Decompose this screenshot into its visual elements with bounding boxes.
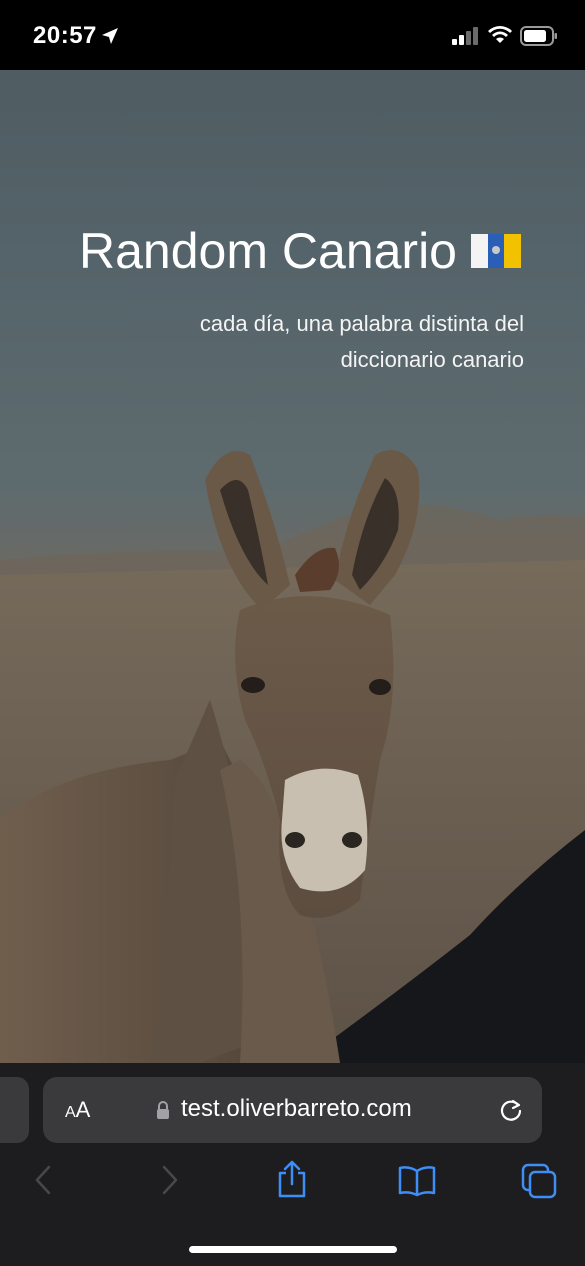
donkey-photo — [0, 450, 585, 1063]
page-title: Random Canario — [79, 222, 521, 280]
page-title-text: Random Canario — [79, 223, 457, 279]
address-bar[interactable]: AA test.oliverbarreto.com — [43, 1077, 542, 1143]
forward-icon[interactable] — [160, 1163, 180, 1197]
wifi-icon — [488, 26, 512, 43]
reload-icon[interactable] — [498, 1097, 524, 1123]
location-arrow-icon — [102, 28, 118, 44]
page-settings-button[interactable]: AA — [65, 1097, 90, 1123]
page-subtitle: cada día, una palabra distinta del dicci… — [199, 311, 524, 372]
cellular-signal-icon — [452, 27, 478, 45]
lock-icon — [157, 1101, 169, 1119]
home-indicator[interactable] — [189, 1246, 397, 1253]
bookmarks-icon[interactable] — [397, 1165, 437, 1197]
back-icon[interactable] — [33, 1163, 53, 1197]
status-time: 20:57 — [33, 22, 97, 49]
aa-small-label: A — [65, 1104, 76, 1121]
web-content: Random Canario cada día, una palabra dis… — [0, 70, 585, 1063]
safari-bottom-bar: AA test.oliverbarreto.com — [0, 1063, 585, 1266]
tabs-icon[interactable] — [521, 1163, 559, 1201]
safari-toolbar — [0, 1160, 585, 1207]
url-text: test.oliverbarreto.com — [181, 1095, 412, 1122]
status-bar: 20:57 — [0, 0, 585, 70]
battery-icon — [520, 26, 557, 46]
canary-islands-flag-icon — [471, 234, 521, 268]
previous-tab-preview[interactable] — [0, 1077, 29, 1143]
share-icon[interactable] — [276, 1159, 308, 1199]
aa-large-label: A — [75, 1097, 91, 1122]
